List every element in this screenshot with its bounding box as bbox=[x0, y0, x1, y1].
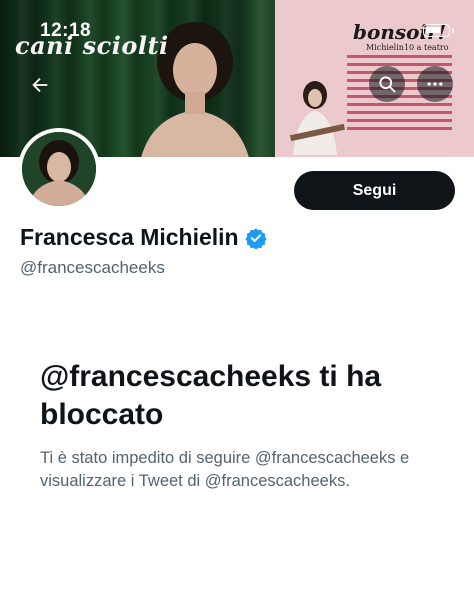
avatar-image bbox=[22, 132, 96, 206]
follow-button[interactable]: Segui bbox=[294, 171, 455, 210]
more-button[interactable] bbox=[417, 66, 453, 102]
arrow-left-icon bbox=[32, 77, 48, 93]
verified-badge-icon[interactable] bbox=[244, 227, 267, 249]
avatar[interactable] bbox=[18, 128, 100, 210]
display-name: Francesca Michielin bbox=[20, 224, 239, 250]
blocked-description: Ti è stato impedito di seguire @francesc… bbox=[40, 449, 410, 490]
battery-icon bbox=[423, 24, 450, 37]
banner-guitarist bbox=[289, 81, 345, 155]
search-button[interactable] bbox=[369, 66, 405, 102]
back-button[interactable] bbox=[22, 67, 58, 103]
search-icon bbox=[379, 76, 396, 93]
status-bar-time: 12:18 bbox=[40, 20, 92, 41]
banner-brand-subtitle: Michielin10 a teatro bbox=[366, 43, 449, 52]
profile-name-row: Francesca Michielin bbox=[20, 224, 267, 251]
banner-brand-left: cani sciolti bbox=[15, 31, 169, 60]
battery-tip bbox=[452, 28, 454, 33]
more-horizontal-icon bbox=[427, 82, 443, 86]
blocked-title: @francescacheeks ti ha bloccato bbox=[40, 360, 382, 431]
profile-handle: @francescacheeks bbox=[20, 258, 165, 277]
